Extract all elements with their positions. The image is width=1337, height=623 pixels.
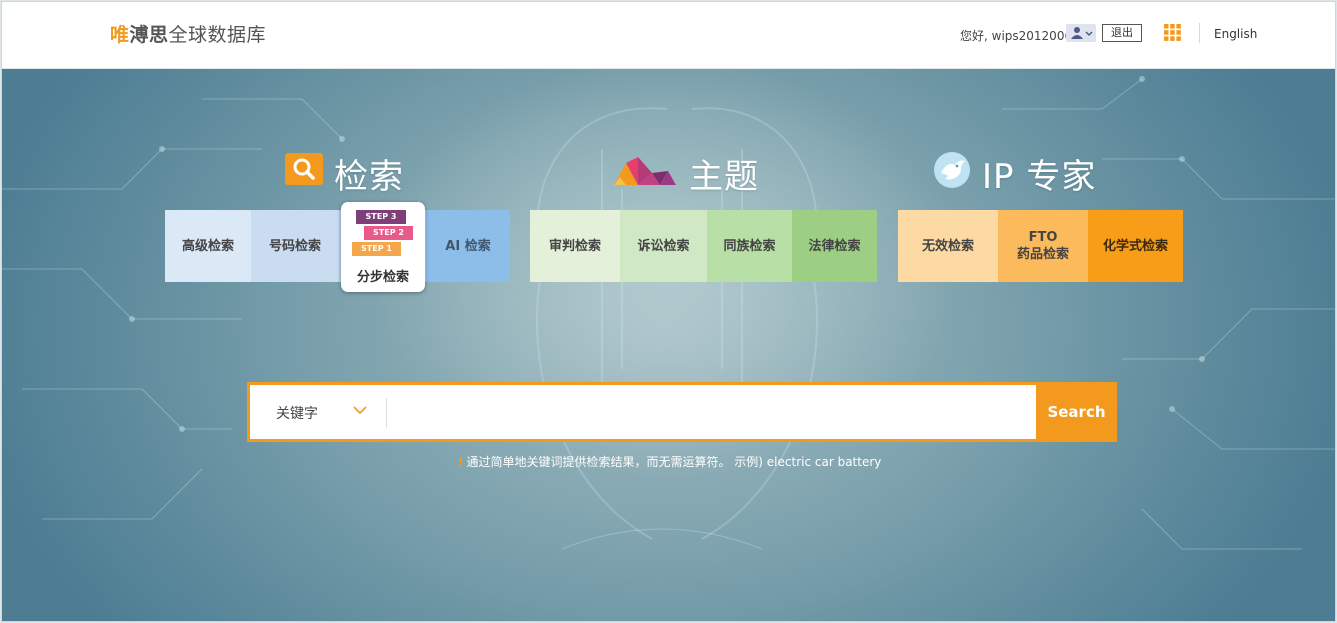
search-type-divider [386,398,387,428]
tile-litigation-search[interactable]: 诉讼检索 [620,210,707,282]
logo-brand-part2: 溥思 [129,24,169,46]
tile-label: 诉讼检索 [637,238,690,254]
search-hint: ! 通过简单地关键词提供检索结果，而无需运算符。 示例) electric car… [458,453,881,470]
tile-fto-drug-search[interactable]: FTO 药品检索 [998,210,1088,282]
tile-step-search[interactable]: STEP 3 STEP 2 STEP 1 分步检索 [341,202,425,292]
user-menu-button[interactable] [1066,24,1096,42]
tile-label: 法律检索 [808,238,861,254]
logo-brand-part3: 全球数据库 [168,24,267,46]
tile-label: 号码检索 [268,238,321,254]
search-button[interactable]: Search [1036,382,1117,442]
theme-section-title: 主题 [689,157,759,197]
top-header: 唯溥思全球数据库 您好, wips2012006 退出 English [2,2,1335,69]
app-window: 唯溥思全球数据库 您好, wips2012006 退出 English 检索 主… [1,1,1336,622]
tile-advanced-search[interactable]: 高级检索 [165,210,251,282]
user-icon [1071,27,1093,39]
step-1-badge: STEP 1 [352,242,401,256]
logo-brand-part1: 唯 [110,24,130,46]
hint-text: 通过简单地关键词提供检索结果，而无需运算符。 示例) electric car … [466,455,882,469]
tile-label: 审判检索 [548,238,601,254]
step-2-badge: STEP 2 [364,226,413,240]
step-3-badge: STEP 3 [356,210,406,224]
search-bar: 关键字 [247,382,1117,442]
expert-section-title: IP 专家 [982,157,1097,197]
tile-label: 分步检索 [356,270,409,285]
search-type-select[interactable]: 关键字 [250,385,386,439]
search-input[interactable] [390,387,1034,439]
chevron-down-icon [353,406,367,415]
site-logo[interactable]: 唯溥思全球数据库 [110,20,266,47]
tile-ai-search[interactable]: AI 检索 [426,210,510,282]
search-section-title: 检索 [334,157,404,197]
logout-button[interactable]: 退出 [1102,24,1142,42]
tile-label: 同族检索 [723,238,776,254]
language-switch-link[interactable]: English [1214,27,1257,41]
theme-logo-icon [614,157,676,185]
tile-label: 高级检索 [181,238,234,254]
tile-number-search[interactable]: 号码检索 [251,210,339,282]
hero-panel: 检索 主题 IP 专家 高级检索 号码检索 AI 检索 STEP 3 STEP … [2,69,1335,621]
user-greeting: 您好, wips2012006 [960,29,1073,43]
expert-bird-icon [934,152,970,188]
tile-label-line1: FTO [1028,230,1058,245]
tile-chemical-search[interactable]: 化学式检索 [1088,210,1183,282]
header-divider [1199,23,1200,43]
search-icon [285,153,323,185]
apps-grid-icon[interactable] [1164,24,1181,41]
tile-invalidation-search[interactable]: 无效检索 [898,210,998,282]
tile-label: AI 检索 [445,238,491,254]
search-type-value: 关键字 [276,406,318,422]
tile-label: 化学式检索 [1102,238,1168,254]
tile-label: 无效检索 [921,238,974,254]
tile-legal-search[interactable]: 法律检索 [792,210,877,282]
hint-exclamation-icon: ! [458,455,464,469]
tile-review-search[interactable]: 审判检索 [530,210,620,282]
tile-family-search[interactable]: 同族检索 [707,210,792,282]
tile-label: FTO 药品检索 [1017,229,1069,263]
tile-label-line2: 药品检索 [1016,247,1069,262]
